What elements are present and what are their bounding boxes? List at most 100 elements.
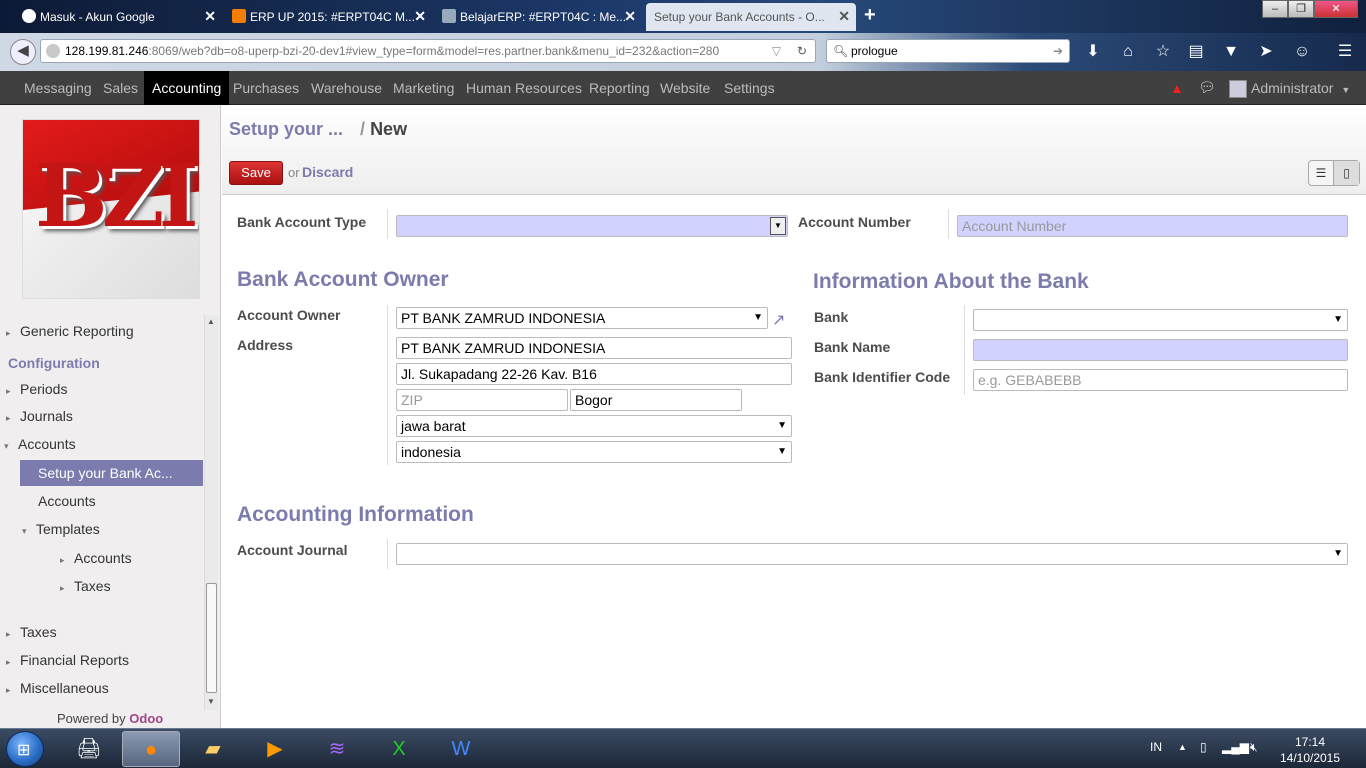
bic-label: Bank Identifier Code bbox=[814, 369, 951, 385]
close-tab-icon[interactable]: ✕ bbox=[204, 8, 216, 25]
sidebar-item-templates-accounts[interactable]: ▸ Accounts bbox=[60, 545, 132, 571]
new-tab-button[interactable]: + bbox=[864, 4, 876, 27]
menu-website[interactable]: Website bbox=[652, 71, 718, 105]
bank-select[interactable]: ▼ bbox=[973, 309, 1348, 331]
tray-device-icon[interactable]: ▯ bbox=[1200, 740, 1207, 754]
sidebar-item-templates-taxes[interactable]: ▸ Taxes bbox=[60, 573, 111, 599]
minimize-button[interactable]: – bbox=[1262, 0, 1288, 18]
menu-purchases[interactable]: Purchases bbox=[225, 71, 307, 105]
volume-muted-icon[interactable]: 🔇︎ bbox=[1250, 740, 1258, 755]
bank-name-input[interactable] bbox=[973, 339, 1348, 361]
taskbar-app-media[interactable]: ▶ bbox=[246, 731, 304, 767]
address-street-input[interactable]: Jl. Sukapadang 22-26 Kav. B16 bbox=[396, 363, 792, 385]
clock-time: 17:14 bbox=[1294, 735, 1326, 749]
external-link-icon[interactable]: ↗ bbox=[772, 310, 785, 330]
smiley-icon[interactable]: ☺ bbox=[1290, 41, 1314, 63]
sidebar-item-financial-reports[interactable]: ▸ Financial Reports bbox=[6, 647, 129, 673]
list-view-icon[interactable]: ☰ bbox=[1309, 161, 1334, 185]
save-button[interactable]: Save bbox=[229, 161, 283, 185]
divider bbox=[387, 305, 388, 465]
menu-messaging[interactable]: Messaging bbox=[16, 71, 100, 105]
bic-input[interactable]: e.g. GEBABEBB bbox=[973, 369, 1348, 391]
sidebar-item-generic-reporting[interactable]: ▸ Generic Reporting bbox=[6, 318, 134, 344]
taskbar-app-word[interactable]: W bbox=[432, 731, 490, 767]
menu-human-resources[interactable]: Human Resources bbox=[458, 71, 590, 105]
download-icon[interactable]: ⬇ bbox=[1081, 41, 1105, 63]
close-window-button[interactable]: ✕ bbox=[1314, 0, 1358, 18]
taskbar-app-explorer[interactable]: ▰ bbox=[184, 731, 242, 767]
account-owner-select[interactable]: PT BANK ZAMRUD INDONESIA ▼ bbox=[396, 307, 768, 329]
city-input[interactable]: Bogor bbox=[570, 389, 742, 411]
browser-tab-google[interactable]: Masuk - Akun Google ✕ bbox=[16, 3, 222, 31]
url-bar[interactable]: 128.199.81.246:8069/web?db=o8-uperp-bzi-… bbox=[40, 39, 816, 63]
bookmark-star-icon[interactable]: ☆ bbox=[1151, 41, 1175, 63]
taskbar-app-firefox[interactable]: ● bbox=[122, 731, 180, 767]
menu-warehouse[interactable]: Warehouse bbox=[303, 71, 390, 105]
sidebar-item-periods[interactable]: ▸ Periods bbox=[6, 376, 67, 402]
sidebar-item-taxes[interactable]: ▸ Taxes bbox=[6, 619, 57, 645]
sidebar-item-setup-bank-accounts[interactable]: Setup your Bank Ac... bbox=[20, 460, 203, 486]
account-journal-select[interactable]: ▼ bbox=[396, 543, 1348, 565]
search-go-icon[interactable]: ➔ bbox=[1053, 40, 1063, 62]
close-tab-icon[interactable]: ✕ bbox=[838, 8, 850, 25]
menu-sales[interactable]: Sales bbox=[95, 71, 146, 105]
menu-accounting[interactable]: Accounting bbox=[144, 71, 230, 105]
history-dropdown-icon[interactable]: ▽ bbox=[772, 40, 781, 62]
menu-reporting[interactable]: Reporting bbox=[581, 71, 658, 105]
system-clock[interactable]: 17:14 14/10/2015 bbox=[1278, 734, 1342, 766]
sidebar-item-templates[interactable]: ▾ Templates bbox=[22, 516, 100, 542]
scrollbar-thumb[interactable] bbox=[206, 583, 217, 693]
zip-input[interactable]: ZIP bbox=[396, 389, 568, 411]
scroll-down-icon[interactable]: ▼ bbox=[207, 697, 215, 706]
sidebar-item-miscellaneous[interactable]: ▸ Miscellaneous bbox=[6, 675, 109, 701]
sidebar-item-journals[interactable]: ▸ Journals bbox=[6, 403, 73, 429]
breadcrumb-parent[interactable]: Setup your ... bbox=[229, 119, 343, 139]
state-select[interactable]: jawa barat ▼ bbox=[396, 415, 792, 437]
sidebar-item-accounts[interactable]: ▾ Accounts bbox=[4, 431, 76, 457]
user-menu[interactable]: Administrator ▼ bbox=[1251, 71, 1350, 105]
warning-icon[interactable]: ▲ bbox=[1170, 80, 1184, 96]
powered-by: Powered by Odoo bbox=[57, 711, 163, 726]
tray-expand-icon[interactable]: ▲ bbox=[1178, 742, 1187, 752]
browser-tab-setup-bank[interactable]: Setup your Bank Accounts - O... ✕ bbox=[646, 3, 856, 31]
browser-tab-erp-up[interactable]: ERP UP 2015: #ERPT04C M... ✕ bbox=[226, 3, 432, 31]
taskbar-app-scanner[interactable]: 🖨︎ bbox=[60, 731, 118, 767]
sidebar-item-accounts-sub[interactable]: Accounts bbox=[38, 488, 96, 514]
reload-icon[interactable]: ↻ bbox=[797, 40, 807, 62]
close-tab-icon[interactable]: ✕ bbox=[414, 8, 426, 25]
home-icon[interactable]: ⌂ bbox=[1116, 41, 1140, 63]
language-indicator[interactable]: IN bbox=[1150, 740, 1162, 754]
discard-button[interactable]: Discard bbox=[302, 164, 353, 180]
company-logo[interactable]: BZI bbox=[22, 119, 200, 299]
country-select[interactable]: indonesia ▼ bbox=[396, 441, 792, 463]
taskbar-app-excel[interactable]: X bbox=[370, 731, 428, 767]
send-icon[interactable]: ➤ bbox=[1254, 41, 1278, 63]
windows-logo-icon: ⊞ bbox=[17, 742, 31, 759]
pocket-icon[interactable]: ▼ bbox=[1219, 41, 1243, 63]
back-button[interactable]: ◀ bbox=[10, 39, 36, 65]
taskbar-app-winamp[interactable]: ≋ bbox=[308, 731, 366, 767]
search-icon: 🔍︎ bbox=[833, 44, 849, 58]
sidebar-scrollbar[interactable]: ▲ ▼ bbox=[204, 315, 218, 710]
maximize-button[interactable]: ❐ bbox=[1288, 0, 1314, 18]
avatar[interactable] bbox=[1229, 80, 1247, 98]
account-number-input[interactable]: Account Number bbox=[957, 215, 1348, 237]
form-view-icon[interactable]: ▯ bbox=[1334, 161, 1359, 185]
menu-marketing[interactable]: Marketing bbox=[385, 71, 462, 105]
menu-icon[interactable]: ☰ bbox=[1333, 41, 1357, 63]
reading-list-icon[interactable]: ▤ bbox=[1184, 41, 1208, 63]
close-tab-icon[interactable]: ✕ bbox=[624, 8, 636, 25]
odoo-link[interactable]: Odoo bbox=[129, 711, 163, 726]
divider bbox=[387, 209, 388, 239]
signal-icon[interactable]: ▂▄▆ bbox=[1222, 740, 1249, 754]
scroll-up-icon[interactable]: ▲ bbox=[207, 317, 215, 326]
chevron-down-icon[interactable]: ▼ bbox=[770, 217, 786, 235]
control-panel: Setup your ... / New Save or Discard ☰ ▯ bbox=[222, 105, 1366, 195]
browser-tab-belajarerp[interactable]: BelajarERP: #ERPT04C : Me... ✕ bbox=[436, 3, 642, 31]
chat-icon[interactable]: 💬︎ bbox=[1198, 79, 1216, 96]
search-bar[interactable]: 🔍︎ prologue ➔ bbox=[826, 39, 1070, 63]
menu-settings[interactable]: Settings bbox=[716, 71, 783, 105]
start-button[interactable]: ⊞ bbox=[6, 731, 44, 767]
address-name-input[interactable]: PT BANK ZAMRUD INDONESIA bbox=[396, 337, 792, 359]
bank-account-type-select[interactable]: ▼ bbox=[396, 215, 788, 237]
